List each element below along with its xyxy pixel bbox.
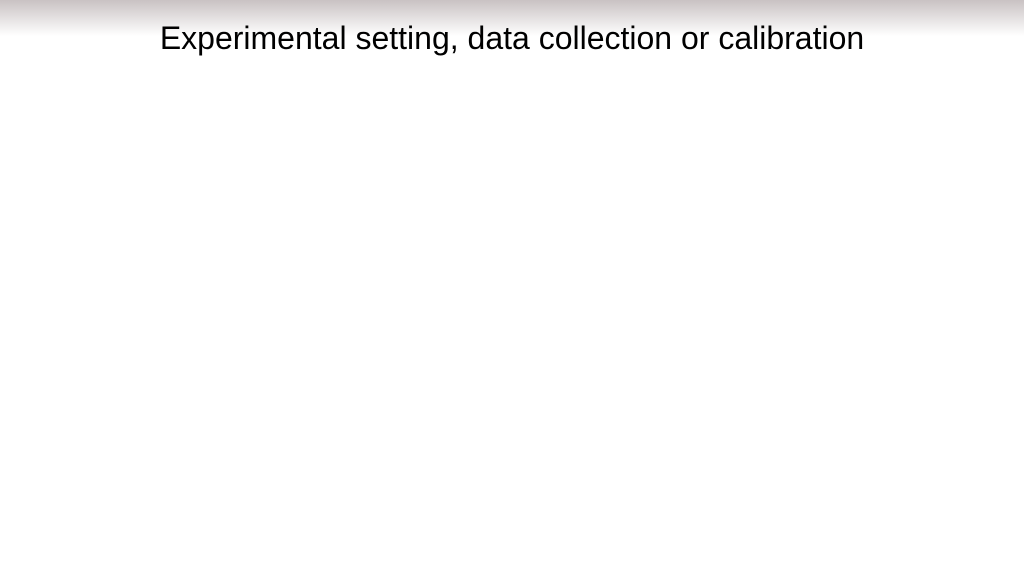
slide-title: Experimental setting, data collection or… — [0, 20, 1024, 57]
